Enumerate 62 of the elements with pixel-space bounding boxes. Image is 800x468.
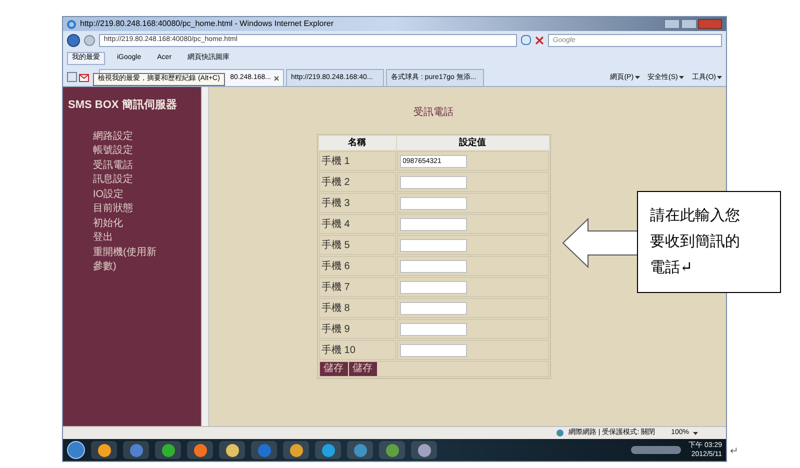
paragraph-mark: ↵ — [730, 445, 738, 459]
sidebar-link[interactable]: 網路設定 — [93, 130, 165, 144]
maximize-button[interactable] — [681, 19, 697, 29]
callout-text: 請在此輸入您要收到簡訊的電話↵ — [650, 205, 741, 278]
window-title: http://219.80.248.168:40080/pc_home.html - Windows Internet Explorer — [80, 18, 334, 30]
taskbar-app-icon[interactable] — [187, 441, 213, 459]
row-label: 手機 7 — [318, 277, 396, 297]
save-button[interactable]: 儲存 — [348, 362, 376, 376]
column-header: 名稱 — [318, 136, 396, 150]
minimize-button[interactable] — [664, 19, 680, 29]
taskbar-app-icon[interactable] — [411, 441, 437, 459]
row-label: 手機 1 — [318, 151, 396, 171]
phone-field[interactable] — [400, 344, 466, 356]
row-label: 手機 10 — [318, 340, 396, 360]
taskbar-app-icon[interactable] — [283, 441, 309, 459]
globe-icon — [556, 429, 564, 437]
row-label: 手機 5 — [318, 235, 396, 255]
caret-icon — [717, 76, 722, 80]
phone-field[interactable] — [400, 196, 466, 210]
tab-list-icon[interactable] — [67, 72, 77, 82]
taskbar-app-icon[interactable] — [91, 441, 117, 459]
sidebar-link[interactable]: 訊息設定 — [93, 173, 165, 188]
sidebar-title: SMS BOX 簡訊伺服器 — [67, 98, 178, 113]
taskbar-app-icon[interactable] — [123, 441, 149, 459]
row-label: 手機 6 — [318, 256, 396, 276]
taskbar-app-icon[interactable] — [347, 441, 373, 459]
row-label: 手機 2 — [318, 172, 396, 192]
caret-icon — [678, 76, 684, 80]
sidebar-link[interactable]: 目前狀態 — [93, 202, 165, 216]
envelope-icon[interactable] — [79, 74, 89, 82]
taskbar-app-icon[interactable] — [379, 441, 405, 459]
scrollbar[interactable] — [201, 87, 209, 426]
phone-field[interactable] — [400, 260, 466, 272]
page-title: 受訊電話 — [414, 106, 454, 120]
row-label: 手機 9 — [318, 319, 396, 339]
sidebar-link[interactable]: 初始化 — [93, 216, 165, 231]
sidebar-link[interactable]: IO設定 — [93, 188, 165, 202]
column-header: 設定值 — [396, 136, 548, 150]
phone-field[interactable] — [400, 218, 466, 230]
taskbar-app-icon[interactable] — [219, 441, 245, 459]
sidebar-link[interactable]: 帳號設定 — [93, 144, 165, 158]
sidebar-link[interactable]: 重開機(使用新參數) — [93, 246, 165, 274]
row-label: 手機 4 — [318, 214, 396, 234]
sidebar-link[interactable]: 登出 — [93, 231, 165, 246]
taskbar-app-icon[interactable] — [155, 441, 181, 459]
sidebar-link[interactable]: 受訊電話 — [93, 158, 165, 173]
phone-field[interactable] — [400, 176, 466, 188]
phone-field[interactable] — [400, 280, 466, 294]
phone-field[interactable] — [400, 302, 466, 314]
row-label: 手機 3 — [318, 193, 396, 213]
phone-field[interactable] — [400, 322, 466, 336]
taskbar-app-icon[interactable] — [315, 441, 341, 459]
stop-icon[interactable] — [534, 36, 544, 44]
close-tab-icon[interactable] — [274, 76, 279, 80]
caret-icon — [634, 76, 640, 80]
forward-button[interactable] — [84, 34, 95, 46]
row-label: 手機 8 — [318, 298, 396, 318]
caret-icon[interactable] — [693, 432, 698, 434]
phone-field[interactable] — [400, 238, 466, 252]
save-button[interactable]: 儲存 — [320, 362, 348, 376]
back-button[interactable] — [67, 34, 80, 46]
start-button[interactable] — [67, 441, 85, 459]
